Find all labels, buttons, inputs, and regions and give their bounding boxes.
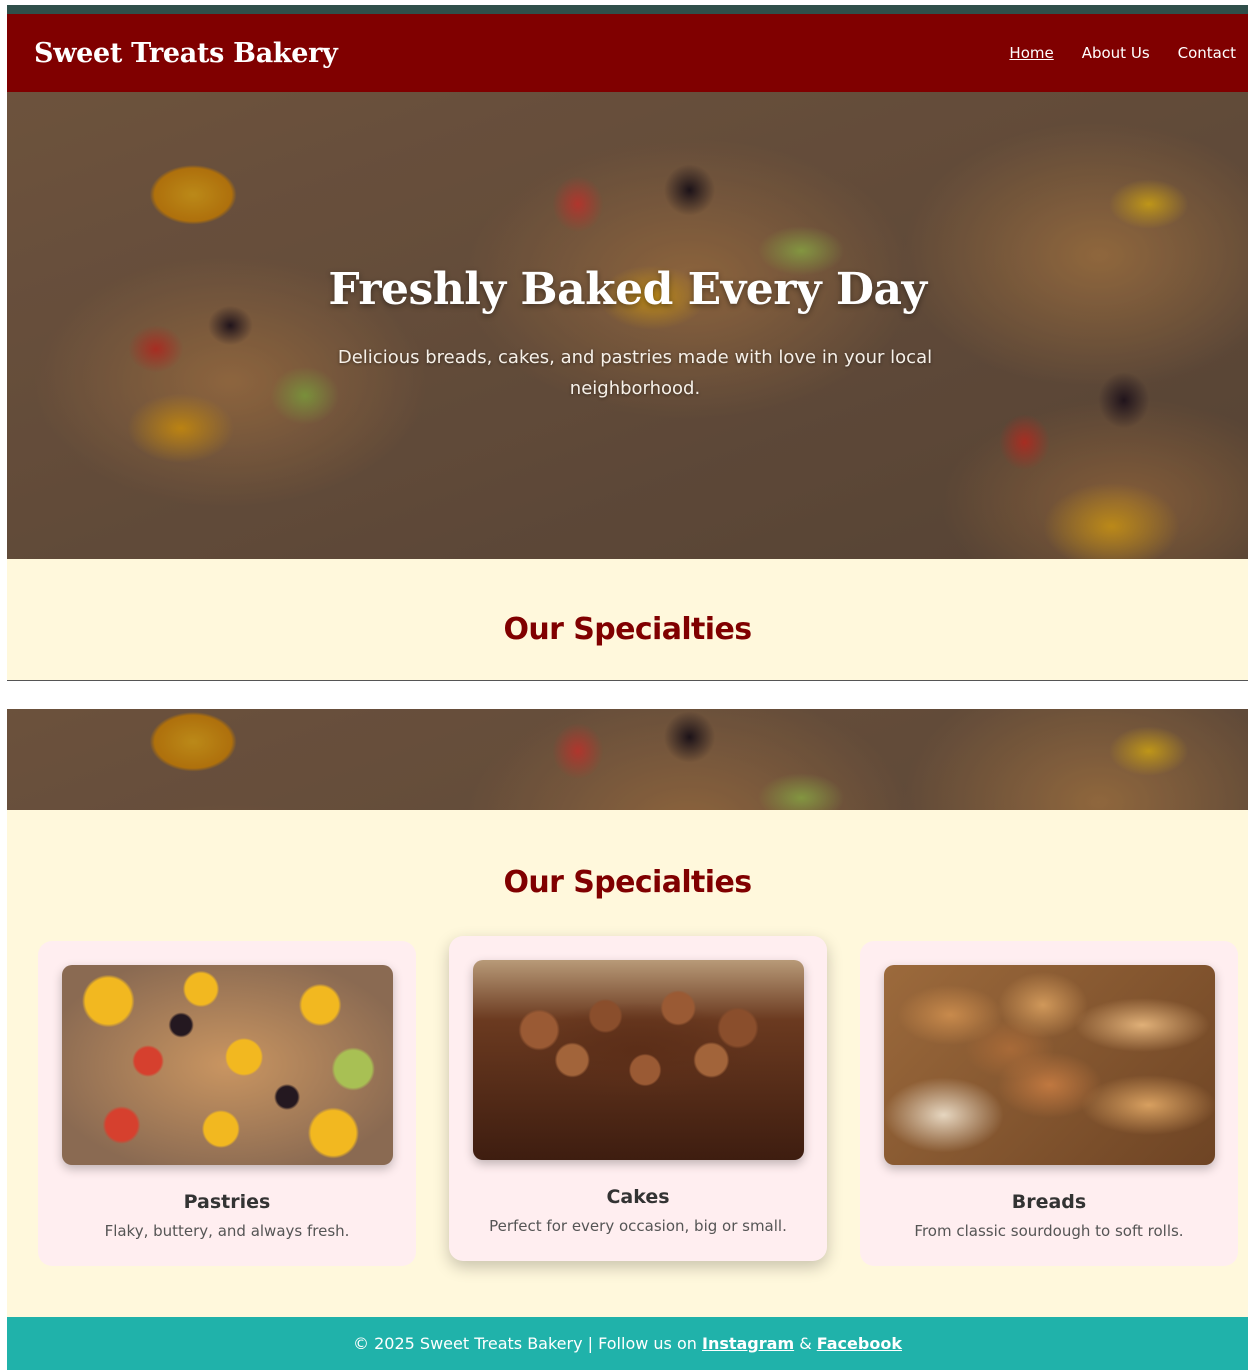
page-viewport-top: Sweet Treats Bakery Home About Us Contac…: [7, 14, 1248, 681]
card-description: Perfect for every occasion, big or small…: [489, 1217, 787, 1235]
specialty-card-breads[interactable]: Breads From classic sourdough to soft ro…: [860, 941, 1238, 1266]
cakes-image: [473, 960, 804, 1160]
specialties-title: Our Specialties: [503, 865, 753, 900]
nav-link-contact[interactable]: Contact: [1178, 44, 1236, 62]
footer-separator: &: [794, 1334, 817, 1353]
browser-top-strip: [7, 5, 1248, 14]
hero-title: Freshly Baked Every Day: [328, 264, 927, 315]
footer-text: © 2025 Sweet Treats Bakery | Follow us o…: [353, 1334, 702, 1353]
pastries-image: [62, 965, 393, 1165]
hero-subtitle: Delicious breads, cakes, and pastries ma…: [337, 347, 933, 399]
hero-overlay: [7, 92, 1248, 559]
hero-banner-bottom: [7, 709, 1248, 810]
hero-banner: Freshly Baked Every Day Delicious breads…: [7, 92, 1248, 559]
card-description: Flaky, buttery, and always fresh.: [104, 1222, 350, 1240]
nav-links: Home About Us Contact: [1009, 44, 1236, 62]
card-title: Cakes: [606, 1186, 670, 1208]
card-title: Pastries: [183, 1191, 271, 1213]
nav-link-about[interactable]: About Us: [1082, 44, 1150, 62]
nav-link-home[interactable]: Home: [1009, 44, 1053, 62]
instagram-link[interactable]: Instagram: [702, 1334, 794, 1353]
specialties-title: Our Specialties: [503, 612, 753, 647]
facebook-link[interactable]: Facebook: [817, 1334, 902, 1353]
breads-image: [884, 965, 1215, 1165]
footer: © 2025 Sweet Treats Bakery | Follow us o…: [7, 1317, 1248, 1370]
page-viewport-scrolled: Our Specialties Pastries Flaky, buttery,…: [7, 709, 1248, 1370]
specialty-card-pastries[interactable]: Pastries Flaky, buttery, and always fres…: [38, 941, 416, 1266]
navbar: Sweet Treats Bakery Home About Us Contac…: [7, 14, 1248, 92]
brand-logo[interactable]: Sweet Treats Bakery: [34, 38, 338, 69]
card-title: Breads: [1011, 1191, 1087, 1213]
specialty-card-cakes[interactable]: Cakes Perfect for every occasion, big or…: [449, 936, 827, 1261]
card-description: From classic sourdough to soft rolls.: [914, 1222, 1184, 1240]
hero-overlay: [7, 709, 1248, 810]
